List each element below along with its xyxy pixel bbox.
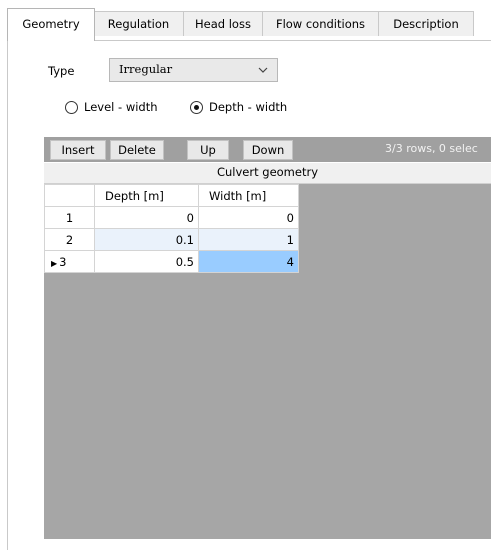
tab-regulation[interactable]: Regulation [93,11,184,36]
tab-geometry[interactable]: Geometry [7,8,95,41]
row-index: 3 [59,254,67,269]
column-header-width[interactable]: Width [m] [198,184,299,207]
down-button[interactable]: Down [243,140,293,160]
current-row-arrow-icon: ▶ [51,258,58,268]
row-header[interactable]: ▶ 3 [44,250,95,273]
table-row: ▶ 3 0.5 4 [44,250,299,273]
type-label: Type [48,64,75,78]
tab-description[interactable]: Description [378,11,474,36]
radio-level-width-label: Level - width [84,100,158,114]
delete-button[interactable]: Delete [110,140,164,160]
insert-button[interactable]: Insert [50,140,106,160]
tab-flow-conditions[interactable]: Flow conditions [262,11,379,36]
chevron-down-icon [258,67,268,73]
radio-level-width[interactable]: Level - width [65,100,175,118]
type-select[interactable]: Irregular [109,58,278,82]
tab-head-loss[interactable]: Head loss [183,11,263,36]
row-header[interactable]: 2 [44,228,95,251]
cell-width-selected[interactable]: 4 [198,250,299,273]
row-header-corner [44,184,95,207]
cell-depth[interactable]: 0 [94,206,199,229]
cell-width[interactable]: 1 [198,228,299,251]
radio-dot [194,105,199,110]
row-status-text: 3/3 rows, 0 selec [385,142,478,155]
grid-toolbar: Insert Delete Up Down 3/3 rows, 0 selec [44,137,491,162]
culvert-geometry-table: Depth [m] Width [m] 1 0 0 2 0.1 1 ▶ 3 0.5… [44,184,299,273]
radio-circle-selected [190,101,203,114]
type-select-value: Irregular [119,62,173,76]
cell-depth[interactable]: 0.5 [94,250,199,273]
cell-depth[interactable]: 0.1 [94,228,199,251]
radio-depth-width-label: Depth - width [209,100,288,114]
cell-width[interactable]: 0 [198,206,299,229]
tab-strip: Geometry Regulation Head loss Flow condi… [0,0,491,41]
radio-circle [65,101,78,114]
table-header-row: Depth [m] Width [m] [44,184,299,207]
grid-title: Culvert geometry [44,163,491,184]
row-header[interactable]: 1 [44,206,95,229]
table-row: 2 0.1 1 [44,228,299,251]
radio-depth-width[interactable]: Depth - width [190,100,305,118]
table-row: 1 0 0 [44,206,299,229]
column-header-depth[interactable]: Depth [m] [94,184,199,207]
up-button[interactable]: Up [187,140,229,160]
